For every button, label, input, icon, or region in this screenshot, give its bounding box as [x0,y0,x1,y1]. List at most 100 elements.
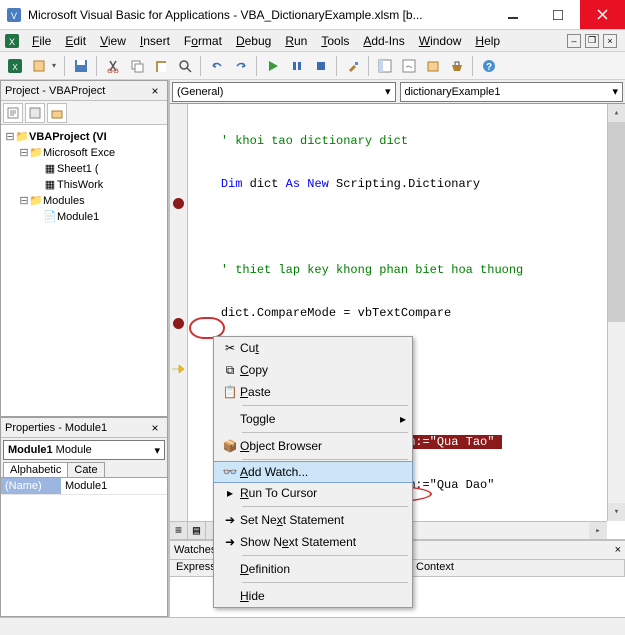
properties-window-button[interactable] [398,55,420,77]
window-title: Microsoft Visual Basic for Applications … [28,8,490,22]
undo-button[interactable] [206,55,228,77]
dropdown-icon[interactable]: ▾ [52,61,60,70]
ctx-toggle[interactable]: Toggle▸ [214,408,412,430]
code-text: dict.CompareMode = vbTextCompare [221,306,451,320]
watches-title: Watches [174,544,216,556]
scroll-thumb[interactable] [608,122,625,322]
break-button[interactable] [286,55,308,77]
properties-object-combo[interactable]: Module1 Module ▾ [3,440,165,460]
props-combo-name: Module1 [8,444,53,456]
view-excel-button[interactable]: X [4,55,26,77]
properties-grid[interactable]: (Name) Module1 [1,478,167,616]
view-object-button[interactable] [25,103,45,123]
tab-categorized[interactable]: Cate [67,462,104,477]
project-explorer-panel: Project - VBAProject × ⊟📁VBAProject (VI … [0,80,168,417]
toolbox-button[interactable] [446,55,468,77]
svg-text:X: X [9,37,15,47]
procedure-combo-value: dictionaryExample1 [405,86,501,98]
ctx-paste[interactable]: 📋Paste [214,381,412,403]
watches-close-button[interactable]: × [615,544,621,556]
properties-close-button[interactable]: × [147,420,163,436]
menu-view[interactable]: View [94,32,132,50]
margin-gutter[interactable] [170,104,188,521]
breakpoint-icon[interactable] [173,318,184,329]
menu-run[interactable]: Run [279,32,313,50]
full-module-view-button[interactable]: ▤ [188,522,206,539]
view-code-button[interactable] [3,103,23,123]
properties-title: Properties - Module1 [5,422,107,434]
project-close-button[interactable]: × [147,83,163,99]
menu-file[interactable]: File [26,32,57,50]
scroll-down-button[interactable]: ▾ [608,503,625,521]
code-text: ' khoi tao dictionary dict [221,134,408,148]
object-combo-value: (General) [177,86,223,98]
mdi-restore-button[interactable]: ❐ [585,34,599,48]
menu-debug[interactable]: Debug [230,32,277,50]
help-button[interactable]: ? [478,55,500,77]
tree-modules[interactable]: Modules [43,195,85,207]
ctx-definition[interactable]: Definition [214,558,412,580]
ctx-hide[interactable]: Hide [214,585,412,607]
menu-edit[interactable]: Edit [59,32,92,50]
ctx-set-next[interactable]: ➔Set Next Statement [214,509,412,531]
save-button[interactable] [70,55,92,77]
code-text: dict [242,177,285,191]
dropdown-icon: ▾ [612,85,618,98]
maximize-button[interactable] [535,0,580,29]
run-to-cursor-icon: ▸ [220,486,240,500]
copy-icon: ⧉ [220,363,240,378]
reset-button[interactable] [310,55,332,77]
prop-name-value[interactable]: Module1 [61,478,167,494]
close-button[interactable] [580,0,625,29]
cut-button[interactable] [102,55,124,77]
context-menu: ✂Cut ⧉Copy 📋Paste Toggle▸ 📦Object Browse… [213,336,413,608]
watches-col-context[interactable]: Context [410,560,625,576]
submenu-arrow-icon: ▸ [400,412,406,426]
mdi-close-button[interactable]: × [603,34,617,48]
toggle-folders-button[interactable] [47,103,67,123]
menu-format[interactable]: Format [178,32,228,50]
tree-msexcel-objects[interactable]: Microsoft Exce [43,147,115,159]
procedure-view-button[interactable]: ≡ [170,522,188,539]
vertical-scrollbar[interactable]: ▴ ▾ [607,104,625,521]
scroll-up-button[interactable]: ▴ [608,104,625,122]
menu-window[interactable]: Window [413,32,468,50]
project-explorer-title: Project - VBAProject [5,85,105,97]
run-button[interactable] [262,55,284,77]
object-combo[interactable]: (General)▾ [172,82,396,102]
ctx-cut[interactable]: ✂Cut [214,337,412,359]
tab-alphabetic[interactable]: Alphabetic [3,462,68,477]
procedure-combo[interactable]: dictionaryExample1 ▾ [400,82,624,102]
tree-module1[interactable]: Module1 [57,211,99,223]
show-next-icon: ➜ [220,535,240,549]
menu-insert[interactable]: Insert [134,32,176,50]
scroll-right-button[interactable]: ▸ [589,522,607,539]
props-combo-type: Module [53,444,92,456]
object-browser-button[interactable] [422,55,444,77]
ctx-run-to-cursor[interactable]: ▸Run To Cursor [214,482,412,504]
ctx-show-next[interactable]: ➜Show Next Statement [214,531,412,553]
mdi-min-button[interactable]: – [567,34,581,48]
tree-vbaproject[interactable]: VBAProject (VI [29,131,107,143]
svg-text:?: ? [486,62,492,73]
ctx-object-browser[interactable]: 📦Object Browser [214,435,412,457]
insert-module-button[interactable] [28,55,50,77]
tree-sheet1[interactable]: Sheet1 ( [57,163,99,175]
copy-button[interactable] [126,55,148,77]
menu-addins[interactable]: Add-Ins [357,32,410,50]
breakpoint-icon[interactable] [173,198,184,209]
paste-button[interactable] [150,55,172,77]
project-explorer-button[interactable] [374,55,396,77]
excel-icon: X [4,33,20,49]
menu-tools[interactable]: Tools [315,32,355,50]
design-mode-button[interactable] [342,55,364,77]
tree-thisworkbook[interactable]: ThisWork [57,179,103,191]
project-tree[interactable]: ⊟📁VBAProject (VI ⊟📁Microsoft Exce ▦Sheet… [3,127,165,227]
find-button[interactable] [174,55,196,77]
ctx-copy[interactable]: ⧉Copy [214,359,412,381]
minimize-button[interactable] [490,0,535,29]
redo-button[interactable] [230,55,252,77]
ctx-add-watch[interactable]: 👓Add Watch... [213,461,413,483]
menu-help[interactable]: Help [469,32,506,50]
cut-icon: ✂ [220,341,240,355]
